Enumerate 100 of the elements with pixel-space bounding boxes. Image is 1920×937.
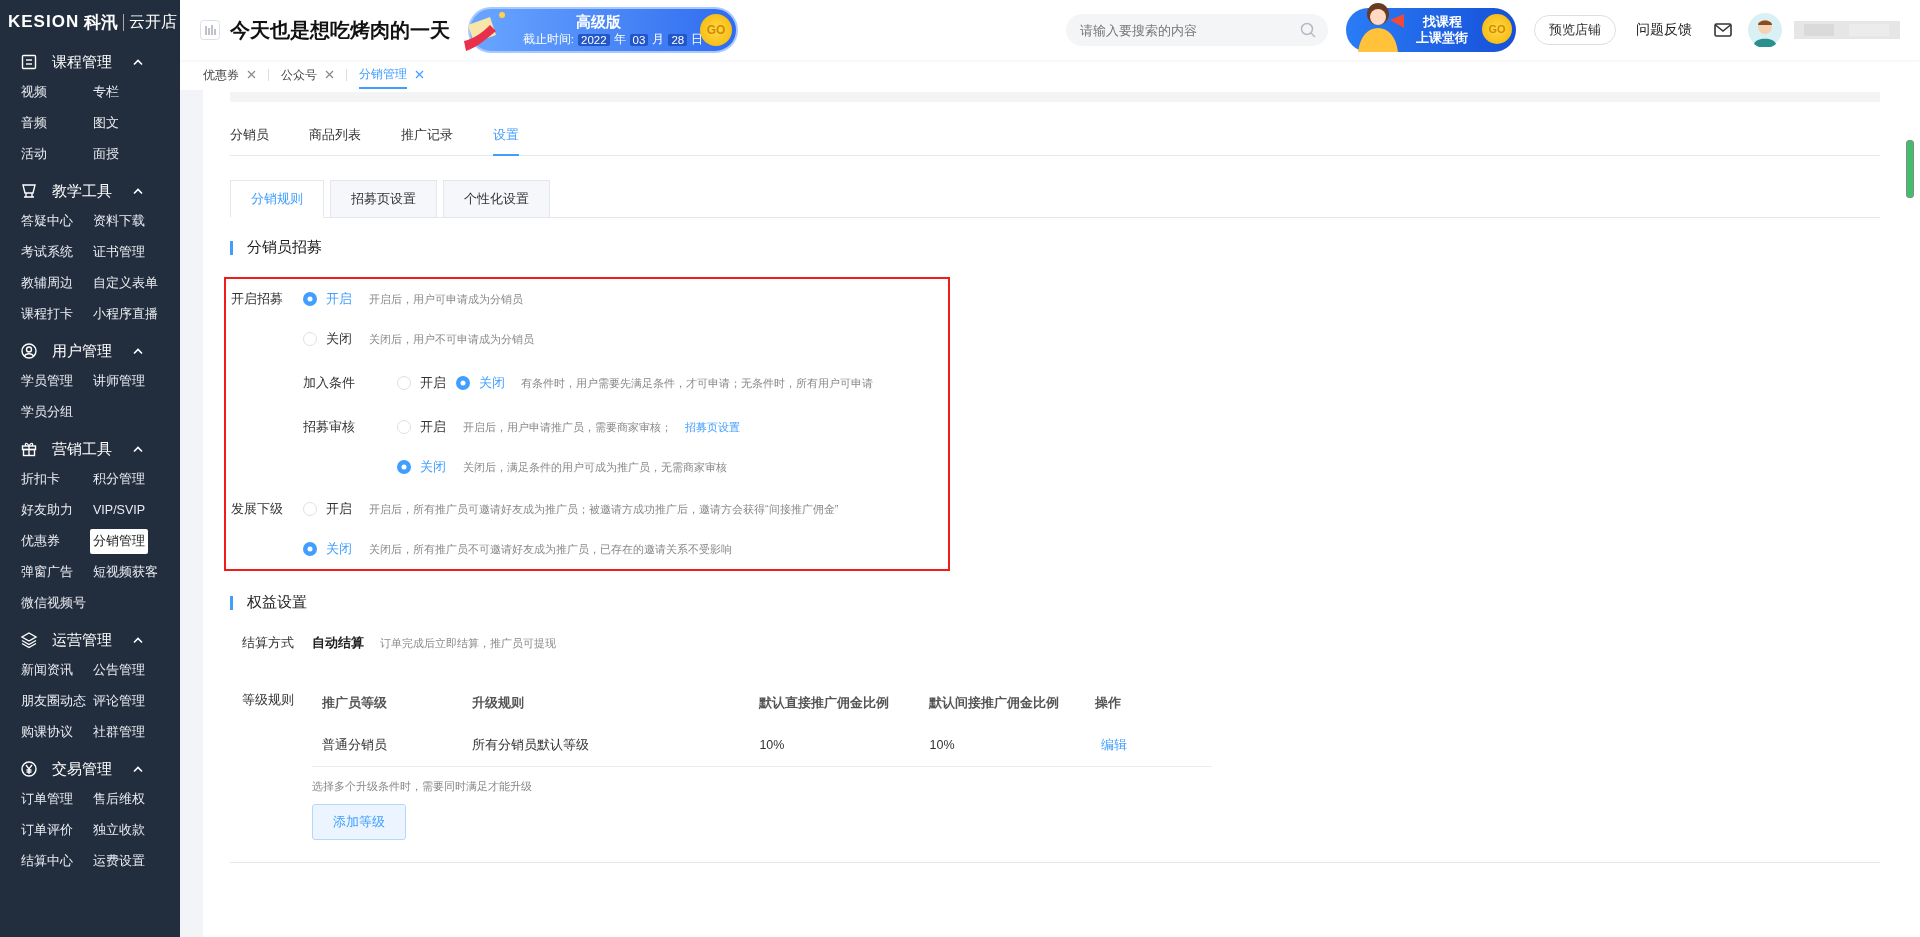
menu-item[interactable]: 朋友圈动态 xyxy=(18,689,89,714)
page-tab[interactable]: 公众号 xyxy=(281,60,334,90)
menu-item[interactable]: 证书管理 xyxy=(90,240,148,265)
menu-item[interactable]: 分销管理 xyxy=(90,529,148,554)
search-field[interactable]: 请输入要搜索的内容 xyxy=(1066,14,1328,46)
menu-group-header[interactable]: 营销工具 xyxy=(0,431,180,467)
field-label: 等级规则 xyxy=(242,691,295,709)
menu-group-header[interactable]: 运营管理 xyxy=(0,622,180,658)
menu-item[interactable]: 课程打卡 xyxy=(18,302,76,327)
column-header: 默认间接推广佣金比例 xyxy=(927,694,1061,712)
feedback-link[interactable]: 问题反馈 xyxy=(1636,21,1692,39)
menu-item[interactable]: 公告管理 xyxy=(90,658,148,683)
menu-item[interactable]: 面授 xyxy=(90,142,122,167)
menu-item[interactable]: 结算中心 xyxy=(18,849,76,874)
menu-item[interactable]: 短视频获客 xyxy=(90,560,161,585)
menu-group-header[interactable]: 教学工具 xyxy=(0,173,180,209)
brand-logo: KESION xyxy=(8,12,80,32)
menu-item[interactable]: 微信视频号 xyxy=(18,591,89,616)
menu-group-header[interactable]: 交易管理 xyxy=(0,751,180,787)
menu-item[interactable]: 学员管理 xyxy=(18,369,76,394)
search-icon xyxy=(1300,22,1316,38)
radio-option[interactable]: 开启 xyxy=(303,500,354,518)
menu-item[interactable]: 教辅周边 xyxy=(18,271,76,296)
menu-item[interactable]: 学员分组 xyxy=(18,400,76,425)
close-icon xyxy=(415,69,424,79)
table-cell: 10% xyxy=(749,724,920,767)
column-header: 操作 xyxy=(1093,694,1122,712)
gift-icon xyxy=(20,440,38,458)
menu-item[interactable]: VIP/SVIP xyxy=(90,498,149,523)
menu-item[interactable]: 优惠券 xyxy=(18,529,63,554)
menu-item[interactable]: 新闻资讯 xyxy=(18,658,76,683)
menu-item[interactable]: 活动 xyxy=(18,142,50,167)
avatar-icon xyxy=(1748,13,1782,47)
hint-text: 订单完成后立即结算，推广员可提现 xyxy=(380,635,556,651)
menu-item[interactable]: 运费设置 xyxy=(90,849,148,874)
radio-selected[interactable] xyxy=(303,292,317,306)
menu-item[interactable]: 专栏 xyxy=(90,80,122,105)
content-tab[interactable]: 推广记录 xyxy=(401,120,453,156)
menu-item[interactable]: 弹窗广告 xyxy=(18,560,76,585)
menu-item[interactable]: 折扣卡 xyxy=(18,467,63,492)
column-header: 推广员等级 xyxy=(321,694,388,712)
menu-item[interactable]: 资料下载 xyxy=(90,209,148,234)
brand-name: 科汛 xyxy=(84,11,119,34)
menu-item[interactable]: 小程序直播 xyxy=(90,302,161,327)
menu-item[interactable]: 图文 xyxy=(90,111,122,136)
layers-icon xyxy=(20,631,38,649)
menu-group-header[interactable]: 用户管理 xyxy=(0,333,180,369)
hint-text: 选择多个升级条件时，需要同时满足才能升级 xyxy=(312,779,533,794)
menu-item[interactable]: 订单管理 xyxy=(18,787,76,812)
store-name: 云开店 xyxy=(129,11,178,32)
close-icon xyxy=(325,69,334,79)
chart-icon xyxy=(200,20,220,40)
radio-option[interactable]: 开启 xyxy=(397,418,448,436)
table-cell: 所有分销员默认等级 xyxy=(462,724,750,767)
settlement-value: 自动结算 xyxy=(312,634,364,652)
menu-item[interactable]: 积分管理 xyxy=(90,467,148,492)
store-title: 今天也是想吃烤肉的一天 xyxy=(230,17,450,43)
hint-text: 关闭后，满足条件的用户可成为推广员，无需商家审核 xyxy=(463,459,727,475)
menu-item[interactable]: 考试系统 xyxy=(18,240,76,265)
settings-tab[interactable]: 招募页设置 xyxy=(330,180,437,218)
column-header: 默认直接推广佣金比例 xyxy=(757,694,891,712)
radio-unselected[interactable] xyxy=(303,502,317,516)
radio-selected[interactable] xyxy=(456,376,470,390)
column-header: 升级规则 xyxy=(471,694,526,712)
menu-item[interactable]: 好友助力 xyxy=(18,498,76,523)
menu-item[interactable]: 订单评价 xyxy=(18,818,76,843)
user-icon xyxy=(20,342,38,360)
menu-item[interactable]: 答疑中心 xyxy=(18,209,76,234)
hint-text: 关闭后，所有推广员不可邀请好友成为推广员，已存在的邀请关系不受影响 xyxy=(369,541,732,557)
deadline-label: 截止时间: xyxy=(522,32,574,47)
field-label: 发展下级 xyxy=(231,502,283,516)
menu-item[interactable]: 社群管理 xyxy=(90,720,148,745)
field-label: 加入条件 xyxy=(303,376,355,390)
menu-group-header[interactable]: 课程管理 xyxy=(0,44,180,80)
field-label: 结算方式 xyxy=(242,634,295,652)
menu-item[interactable]: 独立收款 xyxy=(90,818,148,843)
menu-item[interactable]: 购课协议 xyxy=(18,720,76,745)
date-unit: 年 xyxy=(613,32,626,47)
page-tab[interactable]: 优惠券 xyxy=(203,60,256,90)
menu-item[interactable]: 售后维权 xyxy=(90,787,148,812)
radio-option[interactable]: 关闭 xyxy=(303,330,354,348)
scrollbar-thumb[interactable] xyxy=(1906,140,1914,198)
content-tab[interactable]: 分销员 xyxy=(230,120,269,156)
radio-unselected[interactable] xyxy=(397,376,411,390)
hint-text: 开启后，用户申请推广员，需要商家审核； xyxy=(463,419,672,435)
content-tab[interactable]: 商品列表 xyxy=(309,120,361,156)
menu-item[interactable]: 评论管理 xyxy=(90,689,148,714)
radio-option[interactable]: 开启 xyxy=(397,374,448,392)
radio-unselected[interactable] xyxy=(303,332,317,346)
settings-tab[interactable]: 个性化设置 xyxy=(443,180,550,218)
menu-item[interactable]: 音频 xyxy=(18,111,50,136)
radio-unselected[interactable] xyxy=(397,420,411,434)
menu-item[interactable]: 讲师管理 xyxy=(90,369,148,394)
radio-selected[interactable] xyxy=(303,542,317,556)
radio-selected[interactable] xyxy=(397,460,411,474)
menu-item[interactable]: 自定义表单 xyxy=(90,271,161,296)
list-icon xyxy=(20,53,38,71)
preview-store-button[interactable]: 预览店铺 xyxy=(1534,15,1616,45)
menu-item[interactable]: 视频 xyxy=(18,80,50,105)
field-label: 开启招募 xyxy=(231,292,283,306)
